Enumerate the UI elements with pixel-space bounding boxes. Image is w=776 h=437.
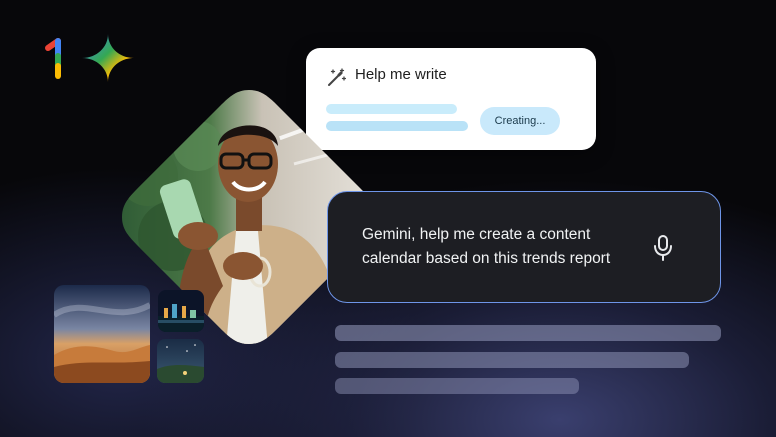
- response-placeholder-bar: [335, 325, 721, 341]
- response-placeholder-bar: [335, 352, 689, 368]
- prompt-text: Gemini, help me create a content calenda…: [362, 226, 611, 267]
- response-placeholder-bar: [335, 378, 579, 394]
- microphone-icon[interactable]: [650, 234, 676, 262]
- creating-status-button[interactable]: Creating...: [480, 107, 560, 135]
- desert-milky-way-thumbnail: [54, 285, 150, 383]
- google-one-gemini-logo: [42, 34, 142, 86]
- google-one-gemini-logo-icon: [45, 34, 134, 82]
- gemini-prompt-card[interactable]: Gemini, help me create a content calenda…: [327, 191, 721, 303]
- magic-pen-icon: [326, 68, 347, 88]
- night-landscape-thumbnail: [157, 339, 204, 383]
- help-me-write-title: Help me write: [355, 66, 447, 83]
- city-lights-thumbnail: [158, 290, 204, 332]
